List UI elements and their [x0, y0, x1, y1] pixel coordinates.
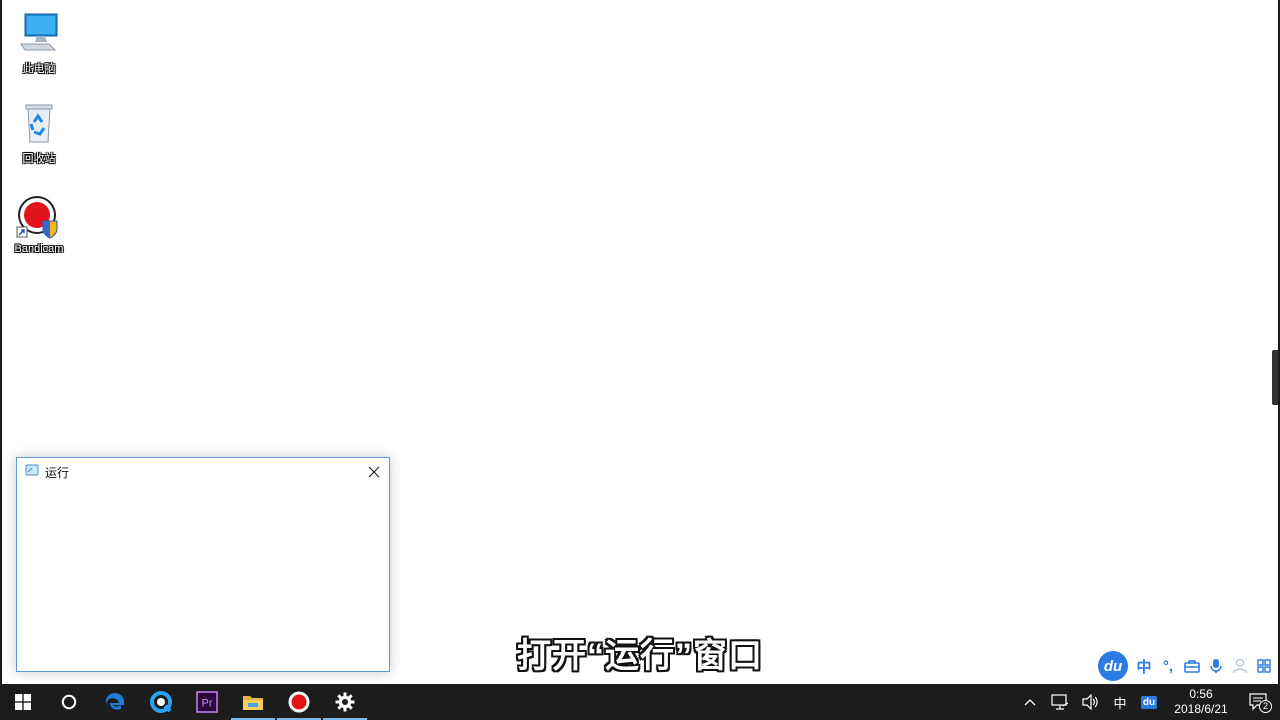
bandicam-taskbar-button[interactable]	[276, 684, 322, 720]
record-icon	[288, 691, 310, 713]
start-button[interactable]	[0, 684, 46, 720]
run-dialog-title: 运行	[45, 465, 70, 480]
run-icon	[25, 463, 39, 481]
ime-tray-button[interactable]: du	[1134, 684, 1164, 720]
desktop-icon-recycle-bin[interactable]: 回收站	[2, 100, 76, 166]
computer-icon	[15, 10, 63, 58]
ime-logo-button[interactable]: du	[1098, 651, 1128, 681]
desktop-icon-this-pc[interactable]: 此电脑	[2, 10, 76, 76]
cortana-button[interactable]	[46, 684, 92, 720]
edge-button[interactable]	[92, 684, 138, 720]
premiere-button[interactable]: Pr	[184, 684, 230, 720]
cortana-circle-icon	[61, 694, 77, 710]
action-center-button[interactable]: 2	[1238, 684, 1280, 720]
toolbox-icon	[1184, 660, 1200, 673]
bandicam-icon	[15, 193, 63, 241]
network-button[interactable]	[1044, 684, 1076, 720]
desktop-icon-label: 此电脑	[22, 63, 56, 75]
premiere-label: Pr	[202, 698, 213, 710]
show-hidden-icons-button[interactable]	[1016, 684, 1044, 720]
ime-toolbar: du 中 °,	[1098, 650, 1280, 682]
file-explorer-button[interactable]	[230, 684, 276, 720]
folder-icon	[243, 696, 263, 710]
toolbox-button[interactable]	[1180, 651, 1204, 681]
system-tray: 中 du 0:56 2018/6/21 2	[1016, 684, 1280, 720]
premiere-icon: Pr	[196, 691, 218, 713]
chinese-mode-button[interactable]: 中	[1132, 651, 1156, 681]
run-titlebar[interactable]: 运行	[17, 458, 389, 486]
scroll-handle[interactable]	[1272, 350, 1278, 405]
clock-button[interactable]: 0:56 2018/6/21	[1164, 684, 1238, 720]
windows-logo-icon	[15, 694, 31, 710]
baidu-ime-icon: du	[1140, 695, 1158, 709]
chevron-up-icon	[1024, 699, 1036, 706]
clock-time: 0:56	[1189, 687, 1213, 701]
clock-date: 2018/6/21	[1174, 702, 1228, 716]
browser-button[interactable]	[138, 684, 184, 720]
settings-button[interactable]	[322, 684, 368, 720]
recycle-bin-icon	[15, 100, 63, 148]
gear-icon	[335, 692, 355, 712]
user-icon	[1232, 658, 1248, 674]
close-button[interactable]	[359, 458, 389, 486]
input-language-button[interactable]: 中	[1106, 684, 1134, 720]
volume-button[interactable]	[1076, 684, 1106, 720]
grid-menu-icon	[1257, 659, 1271, 673]
punctuation-button[interactable]: °,	[1156, 651, 1180, 681]
notification-count-badge: 2	[1259, 700, 1272, 713]
speaker-icon	[1082, 694, 1098, 710]
network-icon	[1051, 694, 1069, 710]
taskbar: Pr 中 du 0:56 2018/6/21 2	[0, 684, 1280, 720]
close-icon	[368, 466, 380, 478]
desktop-icon-label: Bandicam	[14, 243, 64, 255]
voice-input-button[interactable]	[1204, 651, 1228, 681]
ime-menu-button[interactable]	[1252, 651, 1276, 681]
tutorial-caption: 打开“运行”窗口	[517, 637, 763, 675]
user-button[interactable]	[1228, 651, 1252, 681]
desktop-icon-label: 回收站	[22, 153, 56, 165]
desktop-icon-bandicam[interactable]: Bandicam	[2, 193, 76, 255]
browser-icon	[150, 691, 172, 713]
microphone-icon	[1210, 659, 1222, 673]
edge-icon	[105, 693, 125, 710]
